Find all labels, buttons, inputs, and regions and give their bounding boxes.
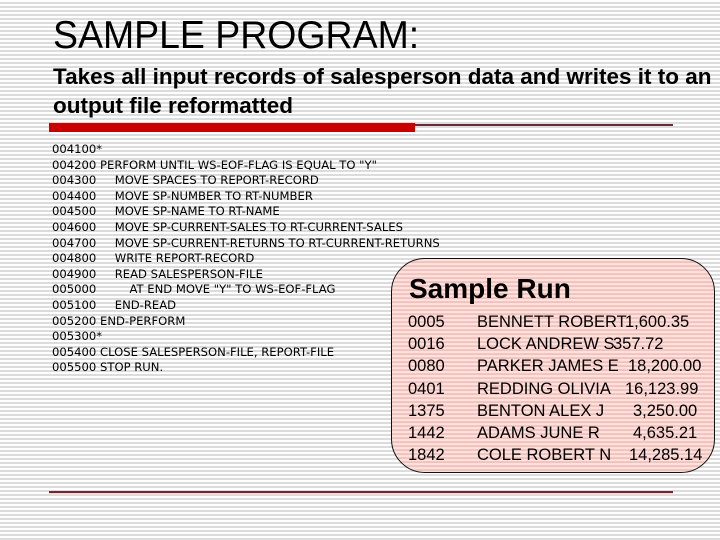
code-line-number: 004400 [52, 188, 97, 203]
code-line: 005500 STOP RUN. [52, 360, 440, 376]
sample-run-box: Sample Run 0005 BENNETT ROBERT 1,600.35 001… [391, 258, 715, 473]
code-line-text: END-PERFORM [100, 313, 186, 328]
salesperson-name: REDDING OLIVIA [477, 379, 611, 398]
current-sales-amount: 18,200.00 [628, 357, 702, 376]
current-sales-amount: 16,123.99 [625, 379, 699, 398]
salesperson-number: 0080 [408, 357, 445, 376]
code-line-text: MOVE SP-CURRENT-SALES TO RT-CURRENT-SALE… [100, 219, 403, 234]
bottom-divider-line [49, 491, 673, 493]
code-line: 004400 MOVE SP-NUMBER TO RT-NUMBER [52, 189, 440, 205]
salesperson-name: BENNETT ROBERT [477, 313, 627, 331]
code-line-number: 004700 [52, 235, 97, 250]
code-line-number: 005100 [52, 297, 97, 312]
current-sales-amount: 4,635.21 [633, 423, 698, 442]
code-line-text: READ SALESPERSON-FILE [100, 266, 263, 281]
code-line-number: 004600 [52, 219, 97, 234]
code-line-text: CLOSE SALESPERSON-FILE, REPORT-FILE [100, 344, 335, 359]
code-line: 005300* [52, 329, 440, 345]
bottom-divider-shadow [49, 492, 673, 495]
title-accent-bar [49, 123, 415, 132]
code-line-number: 005400 [52, 344, 97, 359]
current-sales-amount: 14,285.14 [629, 446, 703, 465]
code-line-number: 004100* [52, 142, 103, 156]
slide-title: SAMPLE PROGRAM: [53, 14, 420, 57]
salesperson-name: PARKER JAMES E [477, 357, 619, 376]
salesperson-number: 0005 [408, 313, 445, 331]
code-line-text: STOP RUN. [100, 360, 164, 375]
code-line-text: MOVE SP-NAME TO RT-NAME [100, 204, 280, 219]
current-sales-amount: 357.72 [613, 335, 664, 354]
salesperson-name: COLE ROBERT N [477, 446, 612, 465]
current-sales-amount: 3,250.00 [633, 401, 698, 420]
salesperson-name: BENTON ALEX J [477, 401, 605, 420]
salesperson-number: 0016 [408, 335, 445, 354]
code-line-text: MOVE SP-CURRENT-RETURNS TO RT-CURRENT-RE… [100, 235, 440, 250]
code-line-text: AT END MOVE "Y" TO WS-EOF-FLAG [100, 282, 336, 297]
sample-run-row: 1442 ADAMS JUNE R 4,635.21 [408, 422, 720, 444]
salesperson-number: 0401 [408, 379, 445, 398]
salesperson-name: LOCK ANDREW S [477, 335, 615, 354]
code-line-number: 005500 [52, 360, 97, 375]
code-line: 004200 PERFORM UNTIL WS-EOF-FLAG IS EQUAL… [52, 158, 440, 174]
code-line: 005100 END-READ [52, 298, 440, 314]
code-line: 004100* [52, 142, 440, 158]
code-line: 005000 AT END MOVE "Y" TO WS-EOF-FLAG [52, 282, 440, 298]
code-line: 004300 MOVE SPACES TO REPORT-RECORD [52, 173, 440, 189]
code-line-number: 004300 [52, 173, 97, 188]
code-line-number: 004200 [52, 157, 97, 172]
sample-run-title: Sample Run [409, 273, 571, 304]
salesperson-number: 1842 [408, 446, 445, 465]
sample-run-row: 1375 BENTON ALEX J 3,250.00 [408, 400, 720, 422]
cobol-code-listing: 004100* 004200 PERFORM UNTIL WS-EOF-FLAG I… [52, 142, 440, 376]
code-line-number: 005300* [52, 329, 103, 344]
code-line: 005400 CLOSE SALESPERSON-FILE, REPORT-FIL… [52, 345, 440, 361]
sample-run-row: 0401 REDDING OLIVIA 16,123.99 [408, 378, 720, 400]
code-line-number: 005000 [52, 282, 97, 297]
sample-run-row: 0080 PARKER JAMES E 18,200.00 [408, 355, 720, 377]
code-line-text: PERFORM UNTIL WS-EOF-FLAG IS EQUAL TO "Y… [100, 157, 377, 172]
code-line: 005200 END-PERFORM [52, 314, 440, 330]
slide-subtitle: Takes all input records of salesperson d… [53, 64, 712, 118]
code-line: 004600 MOVE SP-CURRENT-SALES TO RT-CURRE… [52, 220, 440, 236]
code-line-number: 004900 [52, 266, 97, 281]
code-line-text: WRITE REPORT-RECORD [100, 251, 255, 266]
salesperson-name: ADAMS JUNE R [477, 423, 600, 442]
current-sales-amount: 1,600.35 [625, 313, 690, 331]
code-line-number: 005200 [52, 313, 97, 328]
code-line-text: END-READ [100, 297, 177, 312]
code-line: 004800 WRITE REPORT-RECORD [52, 251, 440, 267]
salesperson-number: 1375 [408, 401, 445, 420]
salesperson-number: 1442 [408, 423, 445, 442]
code-line-text: MOVE SPACES TO REPORT-RECORD [100, 173, 319, 188]
code-line: 004900 READ SALESPERSON-FILE [52, 267, 440, 283]
sample-run-row: 0016 LOCK ANDREW S 357.72 [408, 333, 720, 355]
title-divider-line [415, 124, 673, 126]
code-line: 004700 MOVE SP-CURRENT-RETURNS TO RT-CUR… [52, 236, 440, 252]
code-line-number: 004500 [52, 204, 97, 219]
code-line-text: MOVE SP-NUMBER TO RT-NUMBER [100, 188, 313, 203]
code-line: 004500 MOVE SP-NAME TO RT-NAME [52, 204, 440, 220]
code-line-number: 004800 [52, 251, 97, 266]
sample-run-table: 0005 BENNETT ROBERT 1,600.35 0016 LOCK ANDRE… [408, 311, 720, 466]
sample-run-row: 0005 BENNETT ROBERT 1,600.35 [408, 311, 720, 333]
sample-run-row: 1842 COLE ROBERT N 14,285.14 [408, 444, 720, 466]
